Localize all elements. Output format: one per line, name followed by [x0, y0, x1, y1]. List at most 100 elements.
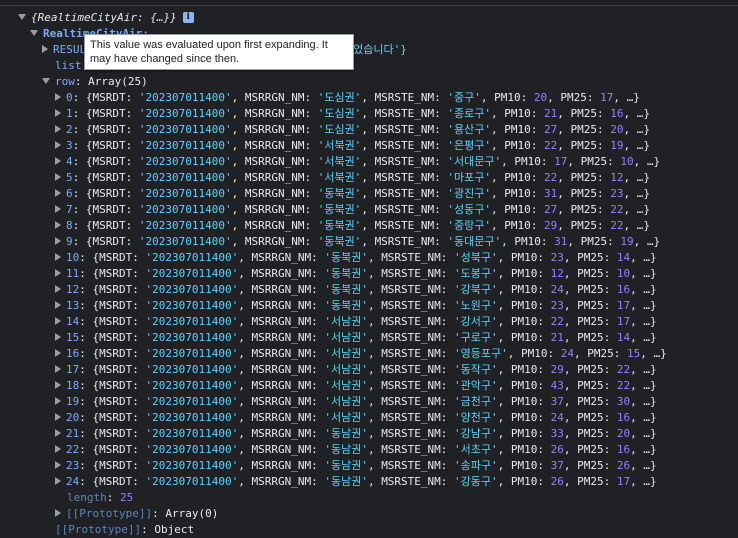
- punct: :: [603, 315, 617, 328]
- row-entry[interactable]: 22: {MSRDT: '202307011400', MSRRGN_NM: '…: [55, 442, 657, 458]
- field-value-station: '용산구': [447, 123, 492, 136]
- field-key: PM25: [577, 363, 604, 376]
- field-value-date: '202307011400': [138, 107, 232, 120]
- row-entry[interactable]: 4: {MSRDT: '202307011400', MSRRGN_NM: '서…: [55, 154, 660, 170]
- expand-arrow-icon[interactable]: [55, 461, 61, 469]
- expand-arrow-icon[interactable]: [55, 301, 61, 309]
- field-key: PM25: [570, 203, 598, 216]
- expand-arrow-icon[interactable]: [55, 317, 61, 325]
- field-key: PM25: [577, 427, 604, 440]
- row-entry[interactable]: 21: {MSRDT: '202307011400', MSRRGN_NM: '…: [55, 426, 657, 442]
- expand-arrow-icon[interactable]: [55, 125, 61, 133]
- row-entry[interactable]: 1: {MSRDT: '202307011400', MSRRGN_NM: '도…: [55, 106, 650, 122]
- expand-arrow-icon[interactable]: [55, 413, 61, 421]
- row-index: 8: [66, 219, 73, 232]
- expand-arrow-icon[interactable]: [55, 333, 61, 341]
- row-entry[interactable]: 18: {MSRDT: '202307011400', MSRRGN_NM: '…: [55, 378, 657, 394]
- row-entry[interactable]: 17: {MSRDT: '202307011400', MSRRGN_NM: '…: [55, 362, 657, 378]
- property-value: 25: [120, 491, 134, 504]
- expand-arrow-icon[interactable]: [18, 14, 26, 20]
- row-entry[interactable]: 7: {MSRDT: '202307011400', MSRRGN_NM: '동…: [55, 202, 650, 218]
- punct: :: [125, 91, 139, 104]
- punct: ,: [361, 123, 375, 136]
- expand-arrow-icon[interactable]: [55, 93, 61, 101]
- expand-arrow-icon[interactable]: [55, 141, 61, 149]
- expand-arrow-icon[interactable]: [42, 45, 48, 53]
- field-key: MSRSTE_NM: [374, 123, 435, 136]
- field-key: PM10: [510, 475, 538, 488]
- row-entry[interactable]: 0: {MSRDT: '202307011400', MSRRGN_NM: '도…: [55, 90, 640, 106]
- row-array-property[interactable]: row: Array(25): [42, 74, 148, 90]
- expand-arrow-icon[interactable]: [55, 157, 61, 165]
- result-property[interactable]: RESUL: [42, 42, 86, 58]
- row-entry[interactable]: 3: {MSRDT: '202307011400', MSRRGN_NM: '서…: [55, 138, 650, 154]
- property-key: RESUL: [53, 43, 87, 56]
- field-key: PM10: [510, 299, 538, 312]
- row-entry[interactable]: 23: {MSRDT: '202307011400', MSRRGN_NM: '…: [55, 458, 657, 474]
- row-entry[interactable]: 2: {MSRDT: '202307011400', MSRRGN_NM: '도…: [55, 122, 650, 138]
- property-key: [[Prototype]]: [66, 507, 153, 520]
- field-key: MSRRGN_NM: [251, 395, 312, 408]
- punct: :: [125, 155, 139, 168]
- prototype-property[interactable]: [[Prototype]]: Array(0): [55, 506, 218, 522]
- field-value-pm10: 23: [550, 251, 564, 264]
- expand-arrow-icon[interactable]: [55, 237, 61, 245]
- expand-arrow-icon[interactable]: [55, 365, 61, 373]
- expand-arrow-icon[interactable]: [55, 397, 61, 405]
- field-value-station: '금천구': [454, 395, 498, 408]
- root-object-line[interactable]: {RealtimeCityAir: {…}} i: [18, 10, 194, 26]
- field-key: MSRRGN_NM: [251, 347, 312, 360]
- expand-arrow-icon[interactable]: [30, 30, 38, 36]
- expand-arrow-icon[interactable]: [55, 429, 61, 437]
- field-key: PM10: [510, 427, 538, 440]
- field-value-date: '202307011400': [138, 219, 232, 232]
- expand-arrow-icon[interactable]: [55, 381, 61, 389]
- field-value-region: '서남권': [324, 363, 368, 376]
- expand-arrow-icon[interactable]: [55, 109, 61, 117]
- field-value-pm10: 22: [544, 139, 558, 152]
- field-value-pm10: 29: [544, 219, 558, 232]
- expand-arrow-icon[interactable]: [55, 189, 61, 197]
- row-entry[interactable]: 10: {MSRDT: '202307011400', MSRRGN_NM: '…: [55, 250, 657, 266]
- prototype-object-property[interactable]: [[Prototype]]: Object: [55, 522, 194, 538]
- expand-arrow-icon[interactable]: [55, 221, 61, 229]
- expand-arrow-icon[interactable]: [55, 285, 61, 293]
- row-entry[interactable]: 24: {MSRDT: '202307011400', MSRRGN_NM: '…: [55, 474, 657, 490]
- field-value-pm10: 43: [550, 379, 564, 392]
- row-entry[interactable]: 15: {MSRDT: '202307011400', MSRRGN_NM: '…: [55, 330, 657, 346]
- row-entry[interactable]: 16: {MSRDT: '202307011400', MSRRGN_NM: '…: [55, 346, 667, 362]
- row-index: 2: [66, 123, 73, 136]
- expand-arrow-icon[interactable]: [55, 253, 61, 261]
- expand-arrow-icon[interactable]: [55, 445, 61, 453]
- row-entry[interactable]: 6: {MSRDT: '202307011400', MSRRGN_NM: '동…: [55, 186, 650, 202]
- root-object-preview: {RealtimeCityAir: {…}}: [31, 11, 177, 24]
- row-entry[interactable]: 14: {MSRDT: '202307011400', MSRRGN_NM: '…: [55, 314, 657, 330]
- row-entry[interactable]: 20: {MSRDT: '202307011400', MSRRGN_NM: '…: [55, 410, 657, 426]
- punct: : {: [79, 459, 100, 472]
- row-entry[interactable]: 19: {MSRDT: '202307011400', MSRRGN_NM: '…: [55, 394, 657, 410]
- expand-arrow-icon[interactable]: [55, 269, 61, 277]
- punct: :: [304, 155, 318, 168]
- row-entry[interactable]: 13: {MSRDT: '202307011400', MSRRGN_NM: '…: [55, 298, 657, 314]
- row-entry[interactable]: 5: {MSRDT: '202307011400', MSRRGN_NM: '서…: [55, 170, 650, 186]
- expand-arrow-icon[interactable]: [55, 477, 61, 485]
- expand-arrow-icon[interactable]: [42, 78, 50, 84]
- expand-arrow-icon[interactable]: [55, 205, 61, 213]
- expand-arrow-icon[interactable]: [55, 349, 61, 357]
- row-index: 24: [66, 475, 80, 488]
- info-icon[interactable]: i: [182, 11, 194, 23]
- field-value-station: '도봉구': [454, 267, 498, 280]
- field-value-region: '서남권': [324, 395, 368, 408]
- punct: ,: [501, 155, 515, 168]
- row-entry[interactable]: 11: {MSRDT: '202307011400', MSRRGN_NM: '…: [55, 266, 657, 282]
- punct: , …}: [630, 459, 657, 472]
- field-key: MSRRGN_NM: [251, 427, 312, 440]
- punct: :: [311, 267, 325, 280]
- field-key: MSRSTE_NM: [374, 91, 435, 104]
- field-value-region: '동북권': [324, 299, 368, 312]
- row-entry[interactable]: 12: {MSRDT: '202307011400', MSRRGN_NM: '…: [55, 282, 657, 298]
- row-entry[interactable]: 8: {MSRDT: '202307011400', MSRRGN_NM: '동…: [55, 218, 650, 234]
- expand-arrow-icon[interactable]: [55, 509, 61, 517]
- row-entry[interactable]: 9: {MSRDT: '202307011400', MSRRGN_NM: '동…: [55, 234, 660, 250]
- expand-arrow-icon[interactable]: [55, 173, 61, 181]
